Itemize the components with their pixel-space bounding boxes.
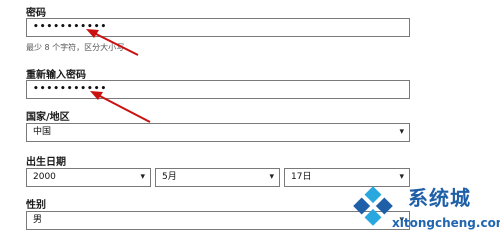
watermark-brand: 系统城 [408,186,471,210]
arrow-to-confirm [95,93,151,123]
watermark-url: xitongcheng.com [392,216,500,230]
arrow-to-password [91,31,139,56]
